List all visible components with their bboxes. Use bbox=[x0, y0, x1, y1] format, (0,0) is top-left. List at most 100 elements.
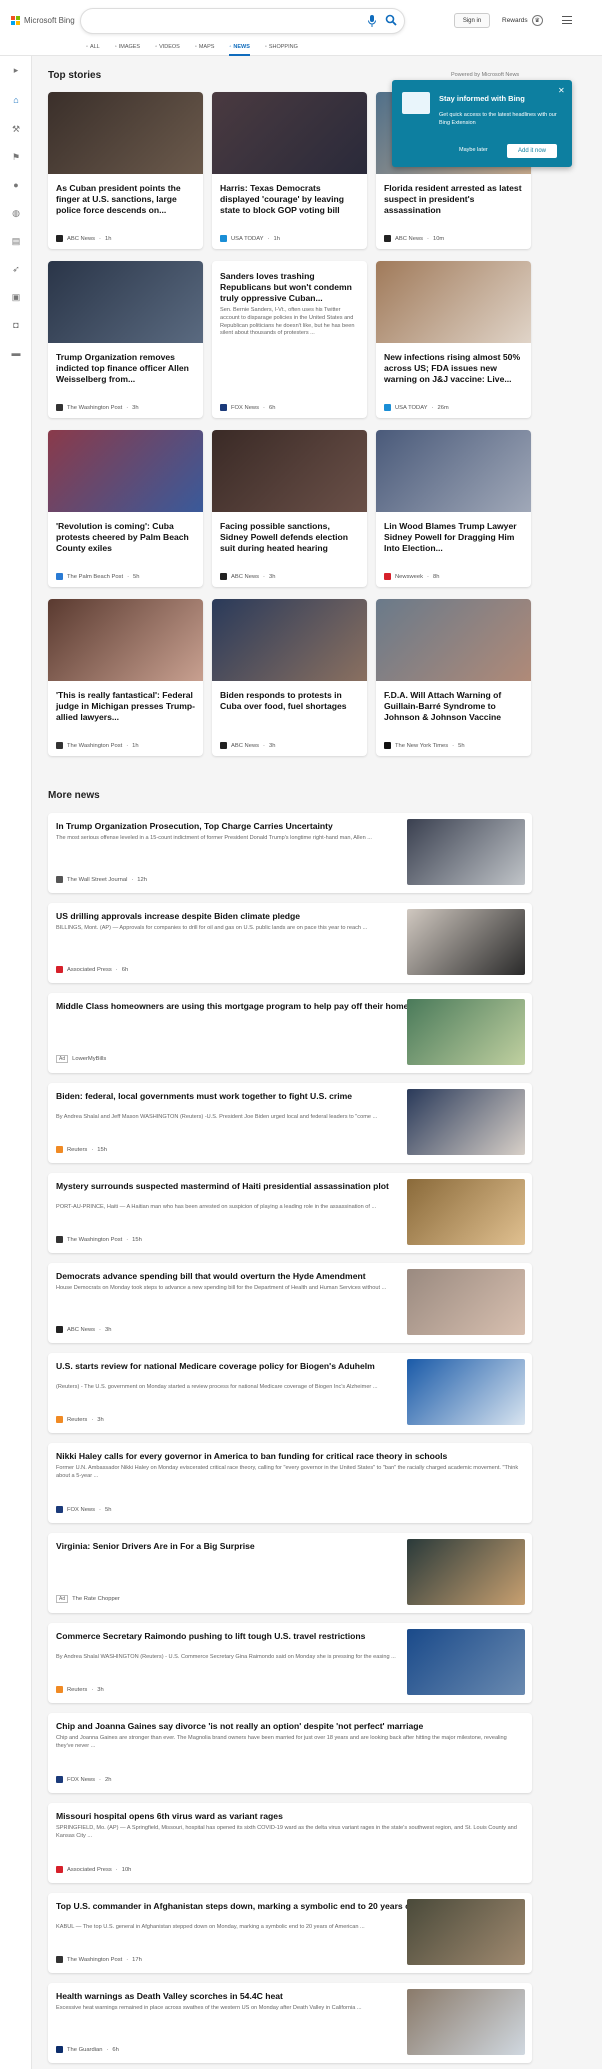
news-thumbnail[interactable] bbox=[407, 1989, 525, 2055]
search-icon[interactable] bbox=[385, 14, 397, 26]
story-card[interactable]: New infections rising almost 50% across … bbox=[376, 261, 531, 418]
story-image[interactable] bbox=[376, 599, 531, 681]
story-image[interactable] bbox=[212, 599, 367, 681]
news-title[interactable]: US drilling approvals increase despite B… bbox=[56, 911, 436, 922]
news-title[interactable]: Missouri hospital opens 6th virus ward a… bbox=[56, 1811, 516, 1822]
story-card[interactable]: Facing possible sanctions, Sidney Powell… bbox=[212, 430, 367, 587]
news-title[interactable]: U.S. starts review for national Medicare… bbox=[56, 1361, 436, 1372]
story-title[interactable]: 'This is really fantastical': Federal ju… bbox=[56, 690, 196, 723]
news-row[interactable]: Nikki Haley calls for every governor in … bbox=[48, 1443, 532, 1523]
news-row[interactable]: US drilling approvals increase despite B… bbox=[48, 903, 532, 983]
news-row[interactable]: In Trump Organization Prosecution, Top C… bbox=[48, 813, 532, 893]
story-image[interactable] bbox=[376, 430, 531, 512]
news-title[interactable]: Chip and Joanna Gaines say divorce 'is n… bbox=[56, 1721, 516, 1732]
story-card[interactable]: 'Revolution is coming': Cuba protests ch… bbox=[48, 430, 203, 587]
tab-shopping[interactable]: ◦ SHOPPING bbox=[265, 40, 298, 54]
story-card[interactable]: F.D.A. Will Attach Warning of Guillain-B… bbox=[376, 599, 531, 756]
news-thumbnail[interactable] bbox=[407, 1359, 525, 1425]
story-title[interactable]: Facing possible sanctions, Sidney Powell… bbox=[220, 521, 360, 554]
story-card[interactable]: Biden responds to protests in Cuba over … bbox=[212, 599, 367, 756]
story-title[interactable]: Florida resident arrested as latest susp… bbox=[384, 183, 524, 216]
story-title[interactable]: Lin Wood Blames Trump Lawyer Sidney Powe… bbox=[384, 521, 524, 554]
news-row[interactable]: Health warnings as Death Valley scorches… bbox=[48, 1983, 532, 2063]
sign-in-button[interactable]: Sign in bbox=[454, 13, 490, 28]
tab-videos[interactable]: ◦ VIDEOS bbox=[155, 40, 180, 54]
hamburger-menu-icon[interactable] bbox=[562, 16, 572, 24]
news-row[interactable]: Chip and Joanna Gaines say divorce 'is n… bbox=[48, 1713, 532, 1793]
source-name: The Washington Post bbox=[67, 1956, 123, 1963]
news-row[interactable]: Missouri hospital opens 6th virus ward a… bbox=[48, 1803, 532, 1883]
news-title[interactable]: Mystery surrounds suspected mastermind o… bbox=[56, 1181, 436, 1192]
film-icon[interactable]: ▣ bbox=[9, 290, 23, 304]
story-image[interactable] bbox=[376, 261, 531, 343]
add-extension-button[interactable]: Add it now bbox=[507, 144, 557, 158]
tools-icon[interactable]: ⚒ bbox=[9, 122, 23, 136]
story-image[interactable] bbox=[212, 92, 367, 174]
rewards-button[interactable]: Rewards ♛ bbox=[502, 15, 543, 26]
news-title[interactable]: In Trump Organization Prosecution, Top C… bbox=[56, 821, 436, 832]
close-icon[interactable]: ✕ bbox=[558, 86, 565, 95]
story-image[interactable] bbox=[48, 599, 203, 681]
news-row[interactable]: Democrats advance spending bill that wou… bbox=[48, 1263, 532, 1343]
story-card[interactable]: Sanders loves trashing Republicans but w… bbox=[212, 261, 367, 418]
news-title[interactable]: Democrats advance spending bill that wou… bbox=[56, 1271, 436, 1282]
story-title[interactable]: New infections rising almost 50% across … bbox=[384, 352, 524, 385]
story-title[interactable]: Sanders loves trashing Republicans but w… bbox=[220, 271, 360, 304]
news-thumbnail[interactable] bbox=[407, 1899, 525, 1965]
news-title[interactable]: Nikki Haley calls for every governor in … bbox=[56, 1451, 516, 1462]
news-row[interactable]: Biden: federal, local governments must w… bbox=[48, 1083, 532, 1163]
news-thumbnail[interactable] bbox=[407, 1629, 525, 1695]
news-title[interactable]: Virginia: Senior Drivers Are in For a Bi… bbox=[56, 1541, 436, 1552]
news-title[interactable]: Middle Class homeowners are using this m… bbox=[56, 1001, 436, 1012]
story-image[interactable] bbox=[48, 430, 203, 512]
story-card[interactable]: Trump Organization removes indicted top … bbox=[48, 261, 203, 418]
story-title[interactable]: 'Revolution is coming': Cuba protests ch… bbox=[56, 521, 196, 554]
tab-all[interactable]: ◦ ALL bbox=[86, 40, 100, 54]
story-card[interactable]: 'This is really fantastical': Federal ju… bbox=[48, 599, 203, 756]
chart-icon[interactable]: ▤ bbox=[9, 234, 23, 248]
news-row[interactable]: Middle Class homeowners are using this m… bbox=[48, 993, 532, 1073]
story-image[interactable] bbox=[48, 261, 203, 343]
tab-news[interactable]: ◦ NEWS bbox=[229, 40, 251, 56]
story-card[interactable]: Lin Wood Blames Trump Lawyer Sidney Powe… bbox=[376, 430, 531, 587]
news-thumbnail[interactable] bbox=[407, 909, 525, 975]
story-title[interactable]: Harris: Texas Democrats displayed 'coura… bbox=[220, 183, 360, 216]
story-image[interactable] bbox=[212, 430, 367, 512]
story-title[interactable]: F.D.A. Will Attach Warning of Guillain-B… bbox=[384, 690, 524, 723]
microphone-icon[interactable] bbox=[367, 15, 377, 27]
story-image[interactable] bbox=[48, 92, 203, 174]
expand-chevron-icon[interactable]: ▸ bbox=[9, 63, 23, 77]
maybe-later-button[interactable]: Maybe later bbox=[459, 147, 488, 153]
news-title[interactable]: Biden: federal, local governments must w… bbox=[56, 1091, 436, 1102]
search-input[interactable] bbox=[80, 8, 405, 34]
tab-images[interactable]: ◦ IMAGES bbox=[115, 40, 140, 54]
story-title[interactable]: As Cuban president points the finger at … bbox=[56, 183, 196, 216]
news-title[interactable]: Commerce Secretary Raimondo pushing to l… bbox=[56, 1631, 436, 1642]
story-card[interactable]: As Cuban president points the finger at … bbox=[48, 92, 203, 249]
news-thumbnail[interactable] bbox=[407, 819, 525, 885]
rocket-icon[interactable]: ➶ bbox=[9, 262, 23, 276]
story-title[interactable]: Trump Organization removes indicted top … bbox=[56, 352, 196, 385]
news-row[interactable]: Virginia: Senior Drivers Are in For a Bi… bbox=[48, 1533, 532, 1613]
news-thumbnail[interactable] bbox=[407, 999, 525, 1065]
card-icon[interactable]: ▬ bbox=[9, 346, 23, 360]
news-row[interactable]: Commerce Secretary Raimondo pushing to l… bbox=[48, 1623, 532, 1703]
tab-maps[interactable]: ◦ MAPS bbox=[195, 40, 215, 54]
news-thumbnail[interactable] bbox=[407, 1539, 525, 1605]
story-title[interactable]: Biden responds to protests in Cuba over … bbox=[220, 690, 360, 712]
gamepad-icon[interactable]: ◘ bbox=[9, 318, 23, 332]
news-thumbnail[interactable] bbox=[407, 1179, 525, 1245]
bing-logo[interactable]: Microsoft Bing bbox=[11, 16, 75, 25]
news-thumbnail[interactable] bbox=[407, 1269, 525, 1335]
news-title[interactable]: Health warnings as Death Valley scorches… bbox=[56, 1991, 436, 2002]
globe-icon[interactable]: ◍ bbox=[9, 206, 23, 220]
news-row[interactable]: U.S. starts review for national Medicare… bbox=[48, 1353, 532, 1433]
news-row[interactable]: Mystery surrounds suspected mastermind o… bbox=[48, 1173, 532, 1253]
news-row[interactable]: Top U.S. commander in Afghanistan steps … bbox=[48, 1893, 532, 1973]
story-card[interactable]: Harris: Texas Democrats displayed 'coura… bbox=[212, 92, 367, 249]
map-pin-icon[interactable]: ● bbox=[9, 178, 23, 192]
home-icon[interactable]: ⌂ bbox=[9, 93, 23, 107]
flag-icon[interactable]: ⚑ bbox=[9, 150, 23, 164]
news-thumbnail[interactable] bbox=[407, 1089, 525, 1155]
news-title[interactable]: Top U.S. commander in Afghanistan steps … bbox=[56, 1901, 436, 1912]
